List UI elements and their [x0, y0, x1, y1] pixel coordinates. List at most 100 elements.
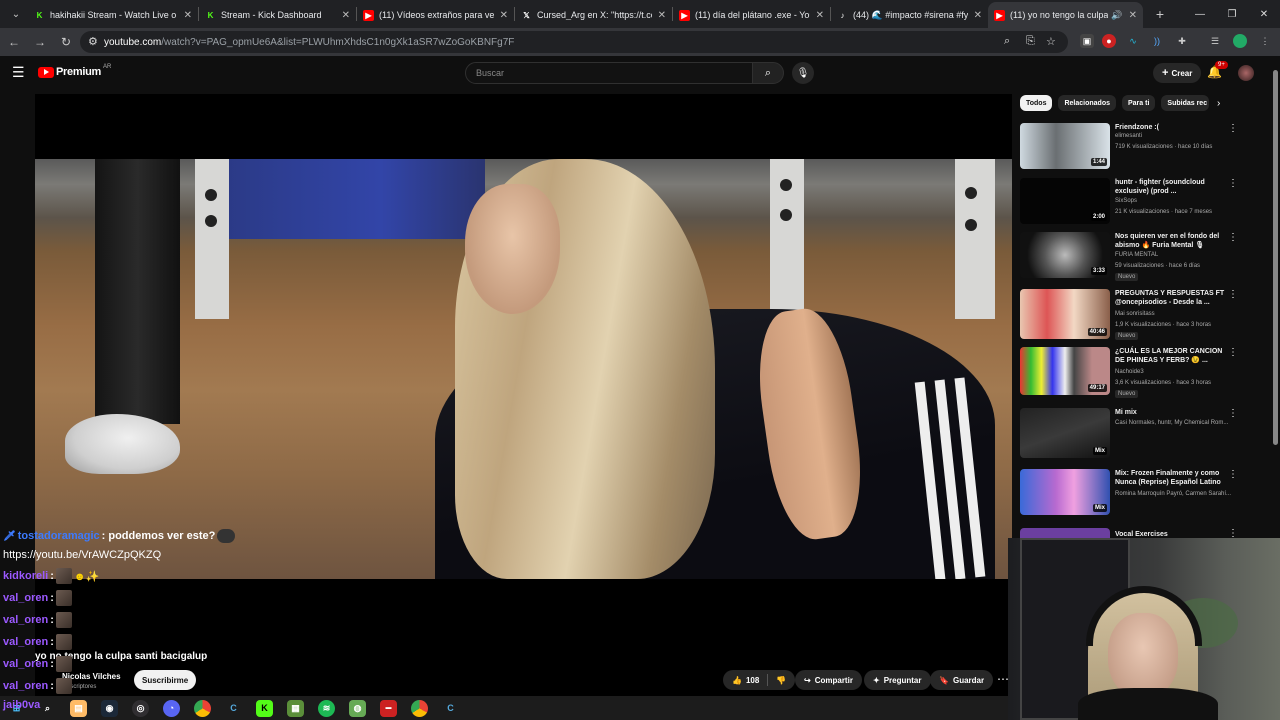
like-button[interactable]: 👍 108 👎 — [723, 670, 796, 690]
tab-0[interactable]: Khakihakii Stream - Watch Live o ✕ — [28, 2, 198, 28]
chevron-right-icon[interactable]: › — [1217, 98, 1220, 109]
restore-icon[interactable]: ❐ — [1216, 0, 1248, 28]
tab-4[interactable]: ▶ (11) día del plátano .exe - YouT ✕ — [673, 2, 830, 28]
recommendation-item[interactable]: Vocal Exercises ⋮ — [1020, 528, 1248, 538]
video-frame[interactable] — [35, 159, 1012, 579]
hamburger-menu-icon[interactable]: ☰ — [12, 64, 25, 81]
address-bar[interactable]: ⚙ youtube.com/watch?v=PAG_opmUe6A&list=P… — [80, 31, 1068, 53]
app-icon[interactable]: ▤ — [70, 699, 87, 717]
page-scrollbar[interactable] — [1270, 56, 1280, 538]
video-thumbnail[interactable]: 40:46 — [1020, 289, 1110, 339]
tiktok-icon: ♪ — [840, 10, 845, 20]
reading-list-icon[interactable]: ☰ — [1208, 34, 1222, 48]
extension-icon[interactable]: ● — [1102, 34, 1116, 48]
thumbs-up-icon: 👍 — [732, 675, 742, 685]
chrome-icon[interactable] — [194, 699, 211, 717]
close-icon[interactable]: ✕ — [974, 10, 982, 21]
more-options-icon[interactable]: ⋮ — [1228, 123, 1238, 134]
video-thumbnail[interactable] — [1020, 528, 1110, 538]
emote-icon — [55, 678, 72, 694]
tab-3[interactable]: 𝕏 Cursed_Arg en X: "https://t.co/j ✕ — [515, 2, 672, 28]
more-options-icon[interactable]: ⋮ — [1228, 347, 1238, 358]
new-tab-button[interactable]: + — [1149, 6, 1171, 22]
video-thumbnail[interactable]: 3:33 — [1020, 232, 1110, 278]
extension-icon[interactable]: ▣ — [1080, 34, 1094, 48]
chat-message: val_oren: — [3, 612, 72, 628]
more-options-icon[interactable]: ⋮ — [1228, 408, 1238, 419]
voice-search-button[interactable]: 🎙 — [792, 62, 814, 84]
chip-all[interactable]: Todos — [1020, 95, 1053, 111]
discord-icon[interactable]: ◔ — [163, 699, 180, 717]
video-thumbnail[interactable]: Mix — [1020, 469, 1110, 515]
video-thumbnail[interactable]: 2:00 — [1020, 178, 1110, 224]
tab-1[interactable]: K Stream - Kick Dashboard ✕ — [199, 2, 356, 28]
bookmark-star-icon[interactable]: ☆ — [1046, 35, 1056, 48]
profile-icon[interactable] — [1233, 34, 1247, 48]
recommendation-item[interactable]: 3:33 Nos quieren ver en el fondo del abi… — [1020, 232, 1248, 282]
more-options-icon[interactable]: ⋮ — [1228, 289, 1238, 300]
more-options-icon[interactable]: ⋮ — [1228, 469, 1238, 480]
close-icon[interactable]: ✕ — [658, 10, 666, 21]
search-icon[interactable]: ⌕ — [39, 700, 56, 717]
thumbs-down-icon[interactable]: 👎 — [776, 676, 786, 685]
extensions-puzzle-icon[interactable]: ✚ — [1175, 34, 1189, 48]
create-button[interactable]: + Crear — [1153, 63, 1202, 83]
close-window-icon[interactable]: ✕ — [1248, 0, 1280, 28]
tab-6-active[interactable]: ▶ (11) yo no tengo la culpa s 🔊 ✕ — [988, 2, 1143, 28]
install-icon[interactable]: ⎘ — [1026, 35, 1035, 48]
tab-5[interactable]: ♪ (44) 🌊 #impacto #sirena #fy ✕ — [831, 2, 988, 28]
audio-icon[interactable]: 🔊 — [1111, 10, 1122, 21]
zoom-icon[interactable]: ⌕ — [1004, 35, 1010, 48]
search-input[interactable]: Buscar — [465, 62, 753, 84]
recommendation-item[interactable]: Mix Mi mix Casi Normales, huntr, My Chem… — [1020, 408, 1248, 458]
close-icon[interactable]: ✕ — [342, 10, 350, 21]
app-icon[interactable]: C — [225, 700, 242, 717]
close-icon[interactable]: ✕ — [1129, 10, 1137, 21]
ask-button[interactable]: ✦ Preguntar — [864, 670, 931, 690]
app-icon[interactable]: ▬ — [380, 699, 397, 717]
extension-icon[interactable]: ∿ — [1126, 34, 1140, 48]
chat-message: https://youtu.be/VrAWCZpQKZQ — [3, 549, 162, 561]
minecraft-icon[interactable]: ▦ — [287, 699, 304, 717]
spotify-icon[interactable]: ≋ — [318, 699, 335, 717]
reload-icon[interactable]: ↻ — [54, 30, 78, 54]
chrome-icon[interactable] — [411, 699, 428, 717]
recommendation-item[interactable]: Mix Mix: Frozen Finalmente y como Nunca … — [1020, 469, 1248, 519]
video-thumbnail[interactable]: 1:44 — [1020, 123, 1110, 169]
obs-icon[interactable]: ◎ — [132, 699, 149, 717]
save-button[interactable]: 🔖 Guardar — [930, 670, 994, 690]
more-options-icon[interactable]: ⋮ — [1228, 528, 1238, 538]
more-options-icon[interactable]: ⋮ — [1228, 232, 1238, 243]
tab-2[interactable]: ▶ (11) Vídeos extraños para ver e ✕ — [357, 2, 514, 28]
share-button[interactable]: ↪ Compartir — [795, 670, 862, 690]
site-info-icon[interactable]: ⚙ — [88, 35, 98, 48]
recommendation-item[interactable]: 2:00 huntr - fighter (soundcloud exclusi… — [1020, 178, 1248, 228]
video-thumbnail[interactable]: 49:17 — [1020, 347, 1110, 395]
account-avatar[interactable] — [1238, 65, 1254, 81]
chip-for-you[interactable]: Para ti — [1122, 95, 1156, 111]
minimize-icon[interactable]: — — [1184, 0, 1216, 28]
recommendation-item[interactable]: 40:46 PREGUNTAS Y RESPUESTAS FT @oncepis… — [1020, 289, 1248, 340]
window-controls: — ❐ ✕ — [1184, 0, 1280, 28]
recommendation-item[interactable]: 49:17 ¿CUÁL ES LA MEJOR CANCION DE PHINE… — [1020, 347, 1248, 398]
close-icon[interactable]: ✕ — [184, 10, 192, 21]
app-icon[interactable]: ◍ — [349, 699, 366, 717]
more-options-icon[interactable]: ⋮ — [1228, 178, 1238, 189]
app-icon[interactable]: C — [442, 700, 459, 717]
video-thumbnail[interactable]: Mix — [1020, 408, 1110, 458]
emote-icon — [55, 656, 72, 672]
kick-icon[interactable]: K — [256, 699, 273, 717]
close-icon[interactable]: ✕ — [500, 10, 508, 21]
extension-icon[interactable]: )) — [1150, 34, 1164, 48]
steam-icon[interactable]: ◉ — [101, 699, 118, 717]
youtube-logo[interactable]: Premium AR — [38, 64, 111, 78]
menu-kebab-icon[interactable]: ⋮ — [1258, 34, 1272, 48]
close-icon[interactable]: ✕ — [816, 10, 824, 21]
forward-icon[interactable]: → — [28, 30, 52, 54]
recommendation-item[interactable]: 1:44 Friendzone :( elimesanti 719 K visu… — [1020, 123, 1248, 173]
search-button[interactable]: ⌕ — [752, 62, 784, 84]
chip-recent[interactable]: Subidas rec — [1161, 95, 1210, 111]
chip-related[interactable]: Relacionados — [1058, 95, 1116, 111]
tab-search-button[interactable]: ⌄ — [4, 4, 28, 24]
back-icon[interactable]: ← — [2, 30, 26, 54]
